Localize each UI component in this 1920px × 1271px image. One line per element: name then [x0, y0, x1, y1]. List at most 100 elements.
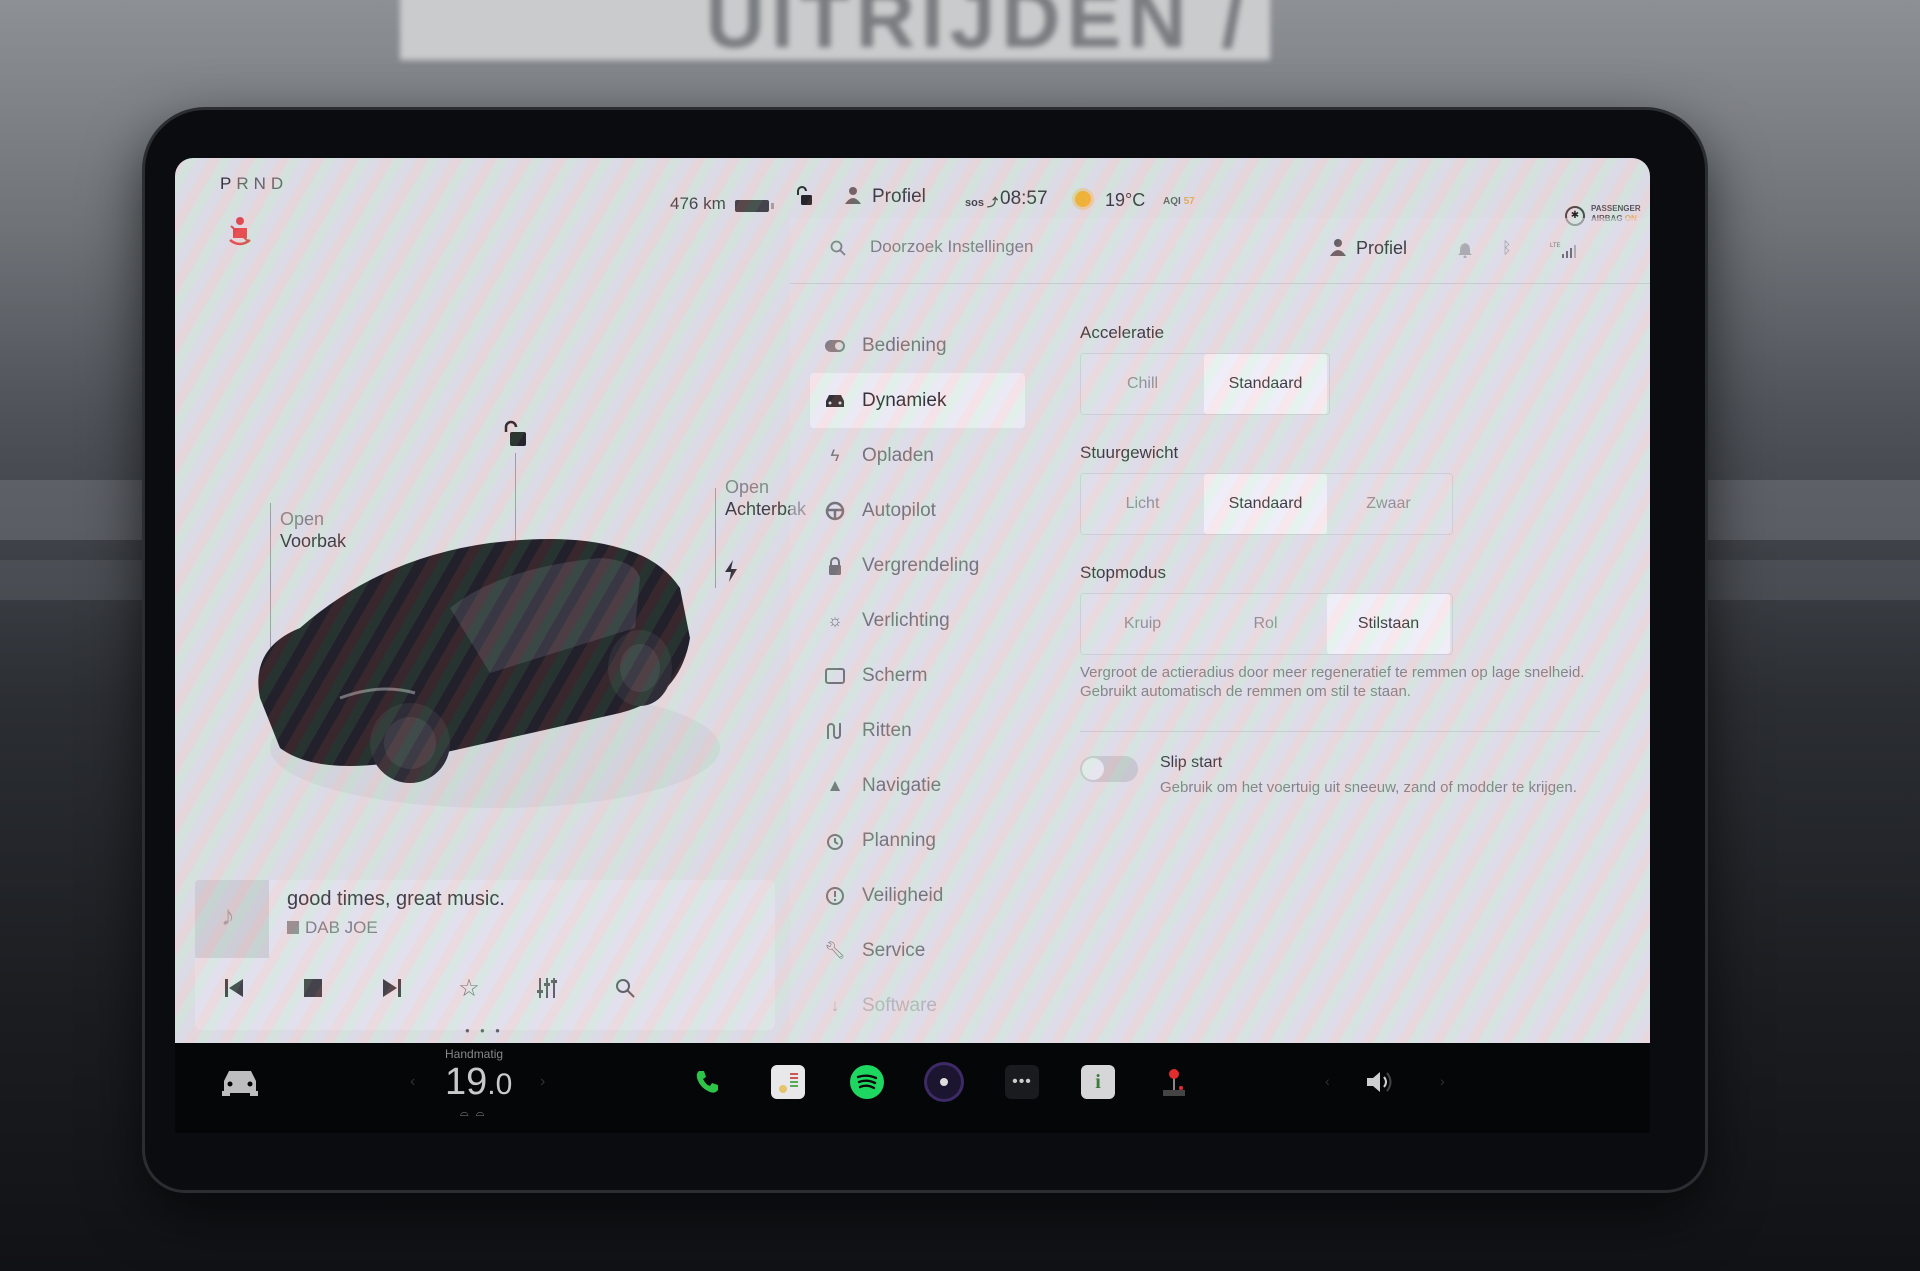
- section-divider: [1080, 731, 1600, 732]
- media-player: ♪ good times, great music. DAB JOE ☆ ● ●…: [195, 880, 775, 1035]
- nav-item-veiligheid[interactable]: Veiligheid: [810, 868, 1025, 923]
- settings-search-input[interactable]: [868, 236, 1192, 258]
- seatbelt-warning-icon: [229, 217, 251, 246]
- phone-curl-icon: ⤴: [987, 197, 999, 209]
- bell-icon[interactable]: [1458, 242, 1472, 258]
- nav-item-navigatie[interactable]: ▲ Navigatie: [810, 758, 1025, 813]
- acceleration-option-standaard[interactable]: Standaard: [1204, 354, 1327, 414]
- trips-icon: [824, 720, 846, 742]
- equalizer-button[interactable]: [527, 968, 567, 1008]
- climate-temperature[interactable]: 19.0: [445, 1061, 512, 1104]
- dynamics-settings: Acceleratie Chill Standaard Stuurgewicht…: [1080, 323, 1600, 824]
- spotify-app-icon[interactable]: [850, 1065, 884, 1099]
- status-bar: Profiel SOS ⤴ 08:57 19°C AQI 57: [790, 158, 1650, 218]
- svg-text:LTE: LTE: [1550, 243, 1561, 249]
- profile-icon[interactable]: [845, 186, 861, 204]
- unlock-icon[interactable]: [795, 186, 813, 206]
- media-search-button[interactable]: [605, 968, 645, 1008]
- acceleration-selector: Chill Standaard: [1080, 353, 1330, 415]
- gear-selector: PRND: [220, 174, 288, 194]
- stop-button[interactable]: [293, 968, 333, 1008]
- stop-mode-option-kruip[interactable]: Kruip: [1081, 594, 1204, 654]
- nav-item-service[interactable]: 🔧︎ Service: [810, 923, 1025, 978]
- phone-app-icon[interactable]: [690, 1065, 724, 1099]
- stop-mode-option-rol[interactable]: Rol: [1204, 594, 1327, 654]
- steering-selector: Licht Standaard Zwaar: [1080, 473, 1453, 535]
- temp-increase-button[interactable]: ›: [540, 1073, 545, 1091]
- calendar-app-icon[interactable]: [771, 1065, 805, 1099]
- settings-header: Profiel ᛒ LTE: [790, 218, 1650, 284]
- download-icon: ↓: [830, 995, 840, 1015]
- sun-icon: [1075, 191, 1091, 207]
- temp-decrease-button[interactable]: ‹: [410, 1073, 415, 1091]
- stop-icon: [304, 979, 322, 997]
- profile-button[interactable]: Profiel: [872, 186, 926, 208]
- nav-item-scherm[interactable]: Scherm: [810, 648, 1025, 703]
- background-sign: UITRIJDEN / INGANG: [400, 0, 1270, 185]
- climate-mode: Handmatig: [445, 1047, 504, 1061]
- steering-wheel-icon: [824, 500, 846, 522]
- speaker-icon[interactable]: [1365, 1069, 1395, 1095]
- alarm-clock-icon: [824, 830, 846, 852]
- nav-item-ritten[interactable]: Ritten: [810, 703, 1025, 758]
- favorite-button[interactable]: ☆: [449, 968, 489, 1008]
- music-note-icon: ♪: [221, 900, 235, 931]
- stop-mode-option-stilstaan[interactable]: Stilstaan: [1327, 594, 1450, 654]
- toggle-icon: [824, 335, 846, 357]
- alert-circle-icon: [824, 885, 846, 907]
- acceleration-option-chill[interactable]: Chill: [1081, 354, 1204, 414]
- gear-p: P: [220, 174, 237, 193]
- slip-start-title: Slip start: [1160, 754, 1223, 771]
- unlock-icon[interactable]: [502, 420, 528, 448]
- nav-item-autopilot[interactable]: Autopilot: [810, 483, 1025, 538]
- defrost-icons[interactable]: ⌓ ⌓: [460, 1107, 486, 1120]
- car-controls-icon[interactable]: [220, 1067, 260, 1097]
- steering-option-licht[interactable]: Licht: [1081, 474, 1204, 534]
- gear-r: R: [236, 174, 254, 193]
- page-indicator: ● ● ●: [465, 1026, 504, 1035]
- slip-start-row: Slip start Gebruik om het voertuig uit s…: [1080, 754, 1600, 824]
- steering-option-zwaar[interactable]: Zwaar: [1327, 474, 1450, 534]
- slip-start-toggle[interactable]: [1080, 756, 1138, 782]
- clock: 08:57: [1000, 188, 1048, 209]
- camera-app-icon[interactable]: [927, 1065, 961, 1099]
- previous-track-button[interactable]: [215, 968, 255, 1008]
- nav-item-vergrendeling[interactable]: Vergrendeling: [810, 538, 1025, 593]
- navigation-arrow-icon: ▲: [826, 775, 844, 795]
- wrench-icon: 🔧︎: [824, 940, 846, 960]
- vehicle-model-image: [258, 539, 720, 808]
- radio-icon: [287, 921, 299, 934]
- nav-item-opladen[interactable]: ϟ Opladen: [810, 428, 1025, 483]
- skip-back-icon: [225, 979, 243, 997]
- next-track-button[interactable]: [371, 968, 411, 1008]
- more-apps-icon[interactable]: •••: [1005, 1065, 1039, 1099]
- nav-item-verlichting[interactable]: ☼ Verlichting: [810, 593, 1025, 648]
- owners-manual-icon[interactable]: i: [1081, 1065, 1115, 1099]
- sun-icon: ☼: [827, 610, 843, 630]
- battery-icon: [735, 200, 774, 212]
- range-readout: 476 km: [670, 194, 726, 213]
- nav-item-bediening[interactable]: Bediening: [810, 318, 1025, 373]
- touchscreen: PRND 476 km Open Voorbak Open Achterbak: [175, 158, 1650, 1043]
- steering-option-standaard[interactable]: Standaard: [1204, 474, 1327, 534]
- nav-item-software[interactable]: ↓ Software: [810, 978, 1025, 1033]
- profile-icon: [1330, 239, 1346, 256]
- equalizer-icon: [537, 978, 557, 998]
- gear-d: D: [270, 174, 289, 193]
- volume-down-button[interactable]: ‹: [1325, 1073, 1330, 1089]
- acceleration-title: Acceleratie: [1080, 323, 1165, 342]
- sos-button[interactable]: SOS ⤴: [965, 194, 998, 210]
- volume-up-button[interactable]: ›: [1440, 1073, 1445, 1089]
- vehicle-panel: PRND 476 km Open Voorbak Open Achterbak: [175, 158, 806, 1043]
- outside-temperature: 19°C: [1105, 190, 1146, 210]
- nav-item-dynamiek[interactable]: Dynamiek: [810, 373, 1025, 428]
- bluetooth-icon[interactable]: ᛒ: [1502, 240, 1512, 258]
- toybox-app-icon[interactable]: [1157, 1065, 1191, 1099]
- steering-title: Stuurgewicht: [1080, 443, 1179, 462]
- stop-mode-title: Stopmodus: [1080, 563, 1166, 582]
- header-profile-button[interactable]: Profiel: [1356, 238, 1407, 259]
- search-icon: [830, 240, 846, 256]
- stop-mode-description: Vergroot de actieradius door meer regene…: [1080, 664, 1585, 700]
- nav-item-planning[interactable]: Planning: [810, 813, 1025, 868]
- skip-forward-icon: [383, 979, 401, 997]
